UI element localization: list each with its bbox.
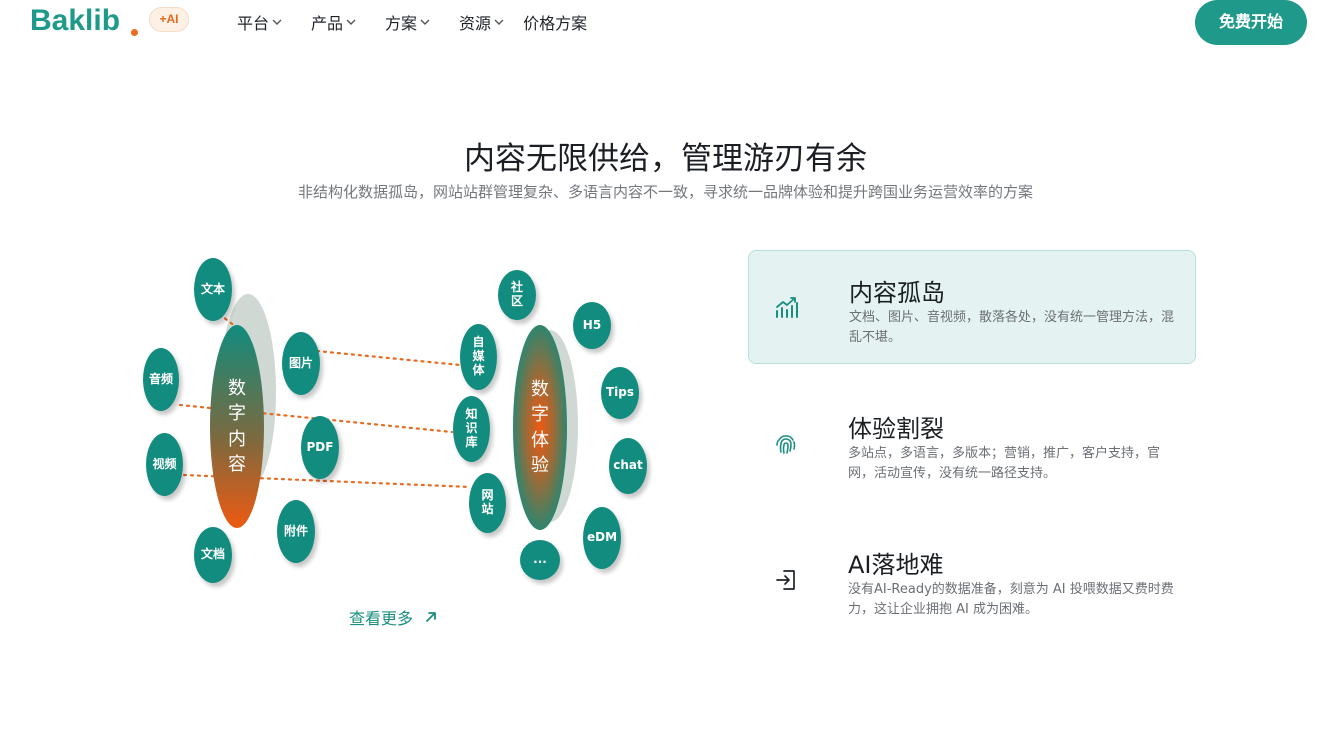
login-arrow-icon (776, 570, 795, 590)
chevron-down-icon (420, 19, 430, 25)
bubble-video: 视频 (146, 433, 183, 496)
nav-item-pricing[interactable]: 价格方案 (523, 11, 587, 33)
bubble-image: 图片 (282, 332, 320, 395)
bubble-community: 社区 (498, 270, 536, 320)
page-subtitle: 非结构化数据孤岛，网站站群管理复杂、多语言内容不一致，寻求统一品牌体验和提升跨国… (297, 183, 1033, 201)
connector-line (315, 349, 462, 367)
nav-item-label: 平台 (237, 14, 270, 33)
logo[interactable]: Baklib (30, 4, 120, 38)
view-more-link[interactable]: 查看更多 (349, 605, 439, 629)
feature-card-fragmented-experience[interactable]: 体验割裂 多站点，多语言，多版本；营销，推广，客户支持，官网，活动宣传，没有统一… (748, 387, 1196, 501)
digital-content-oval: 数字内容 (210, 325, 264, 528)
chevron-down-icon (272, 19, 282, 25)
chart-growth-icon (776, 297, 798, 318)
nav-item-solutions[interactable]: 方案 (385, 11, 431, 33)
oval-label: 数字内容 (228, 378, 246, 475)
bubble-edm: eDM (583, 507, 621, 569)
bubble-document: 文档 (194, 527, 232, 583)
bubble-ellipsis: ... (520, 540, 560, 580)
feature-card-content-silo[interactable]: 内容孤岛 文档、图片、音视频，散落各处，没有统一管理方法，混乱不堪。 (748, 250, 1196, 364)
card-description: 多站点，多语言，多版本；营销，推广，客户支持，官网，活动宣传，没有统一路径支持。 (848, 446, 1161, 481)
bubble-audio: 音频 (143, 348, 179, 411)
view-more-label: 查看更多 (349, 609, 414, 628)
bubble-attachment: 附件 (277, 500, 315, 563)
card-title: 体验割裂 (848, 415, 944, 443)
nav-item-platform[interactable]: 平台 (237, 11, 283, 33)
digital-experience-oval: 数字体验 (513, 325, 567, 530)
arrow-up-right-icon (426, 612, 436, 622)
card-title: AI落地难 (848, 551, 944, 579)
bubble-chat: chat (609, 438, 647, 494)
bubble-website: 网站 (469, 473, 506, 533)
page-title: 内容无限供给，管理游刃有余 (464, 141, 867, 177)
nav-item-label: 方案 (385, 14, 418, 33)
top-nav-bar: Baklib +AI 平台 产品 方案 资源 价格方案 免费开始 (0, 0, 1331, 45)
nav-item-label: 价格方案 (523, 14, 588, 33)
nav-item-label: 产品 (311, 14, 344, 33)
bubble-self-media: 自媒体 (460, 324, 497, 390)
chevron-down-icon (494, 19, 504, 25)
bubble-h5: H5 (573, 302, 611, 349)
free-start-button[interactable]: 免费开始 (1195, 0, 1307, 45)
bubble-knowledge-base: 知识库 (453, 396, 490, 462)
logo-dot (131, 29, 138, 36)
card-title: 内容孤岛 (849, 279, 945, 307)
ai-badge[interactable]: +AI (149, 7, 189, 32)
card-description: 文档、图片、音视频，散落各处，没有统一管理方法，混乱不堪。 (849, 310, 1175, 345)
bubble-pdf: PDF (301, 416, 339, 479)
feature-card-ai-adoption[interactable]: AI落地难 没有AI-Ready的数据准备，刻意为 AI 投喂数据又费时费力，这… (748, 523, 1196, 637)
nav-item-product[interactable]: 产品 (311, 11, 357, 33)
content-experience-diagram: 数字内容 数字体验 文本 音频 视频 文档 图片 PDF 附件 自媒体 知识库 … (130, 250, 670, 590)
nav-item-label: 资源 (459, 14, 492, 33)
bubble-tips: Tips (601, 367, 639, 419)
card-description: 没有AI-Ready的数据准备，刻意为 AI 投喂数据又费时费力，这让企业拥抱 … (848, 582, 1174, 617)
oval-label: 数字体验 (531, 379, 549, 476)
chevron-down-icon (346, 19, 356, 25)
nav-item-resources[interactable]: 资源 (459, 11, 505, 33)
bubble-text: 文本 (194, 258, 232, 321)
main-nav: 平台 产品 方案 资源 价格方案 (237, 11, 587, 33)
fingerprint-icon (776, 435, 796, 454)
